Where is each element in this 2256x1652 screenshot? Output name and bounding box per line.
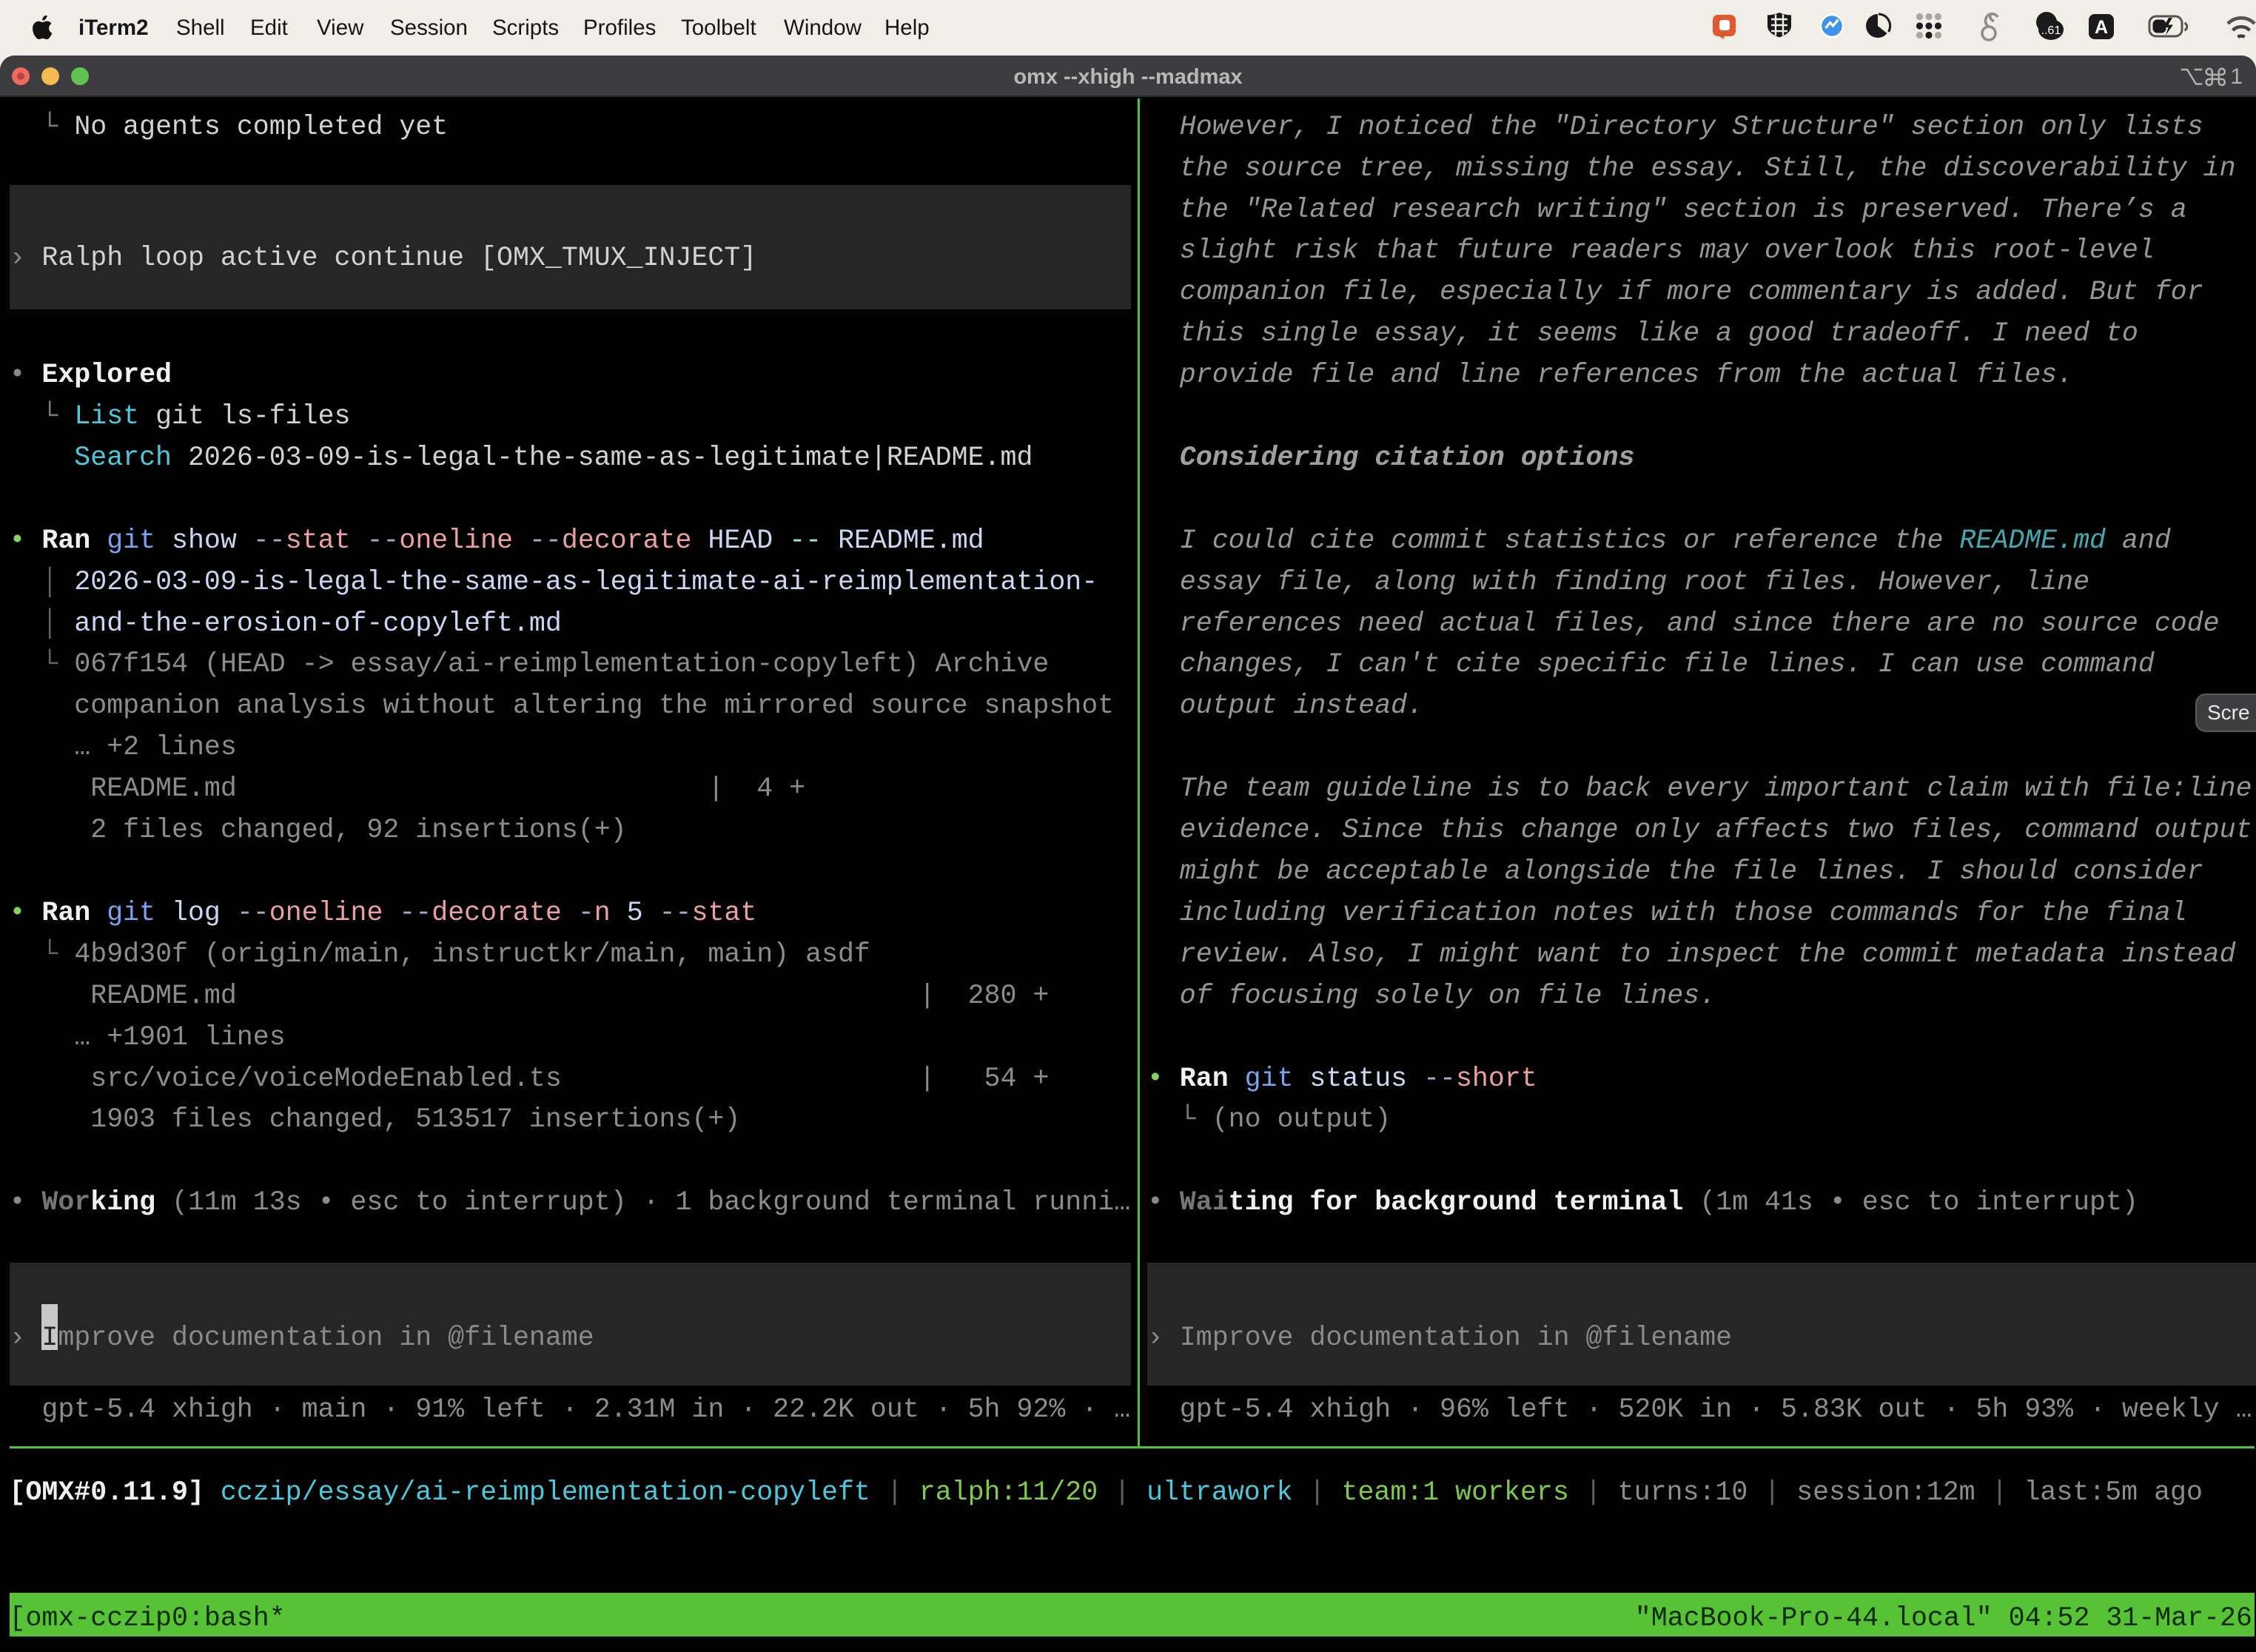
svg-text:A: A [2095, 17, 2108, 38]
svg-text:..61: ..61 [2041, 24, 2061, 37]
